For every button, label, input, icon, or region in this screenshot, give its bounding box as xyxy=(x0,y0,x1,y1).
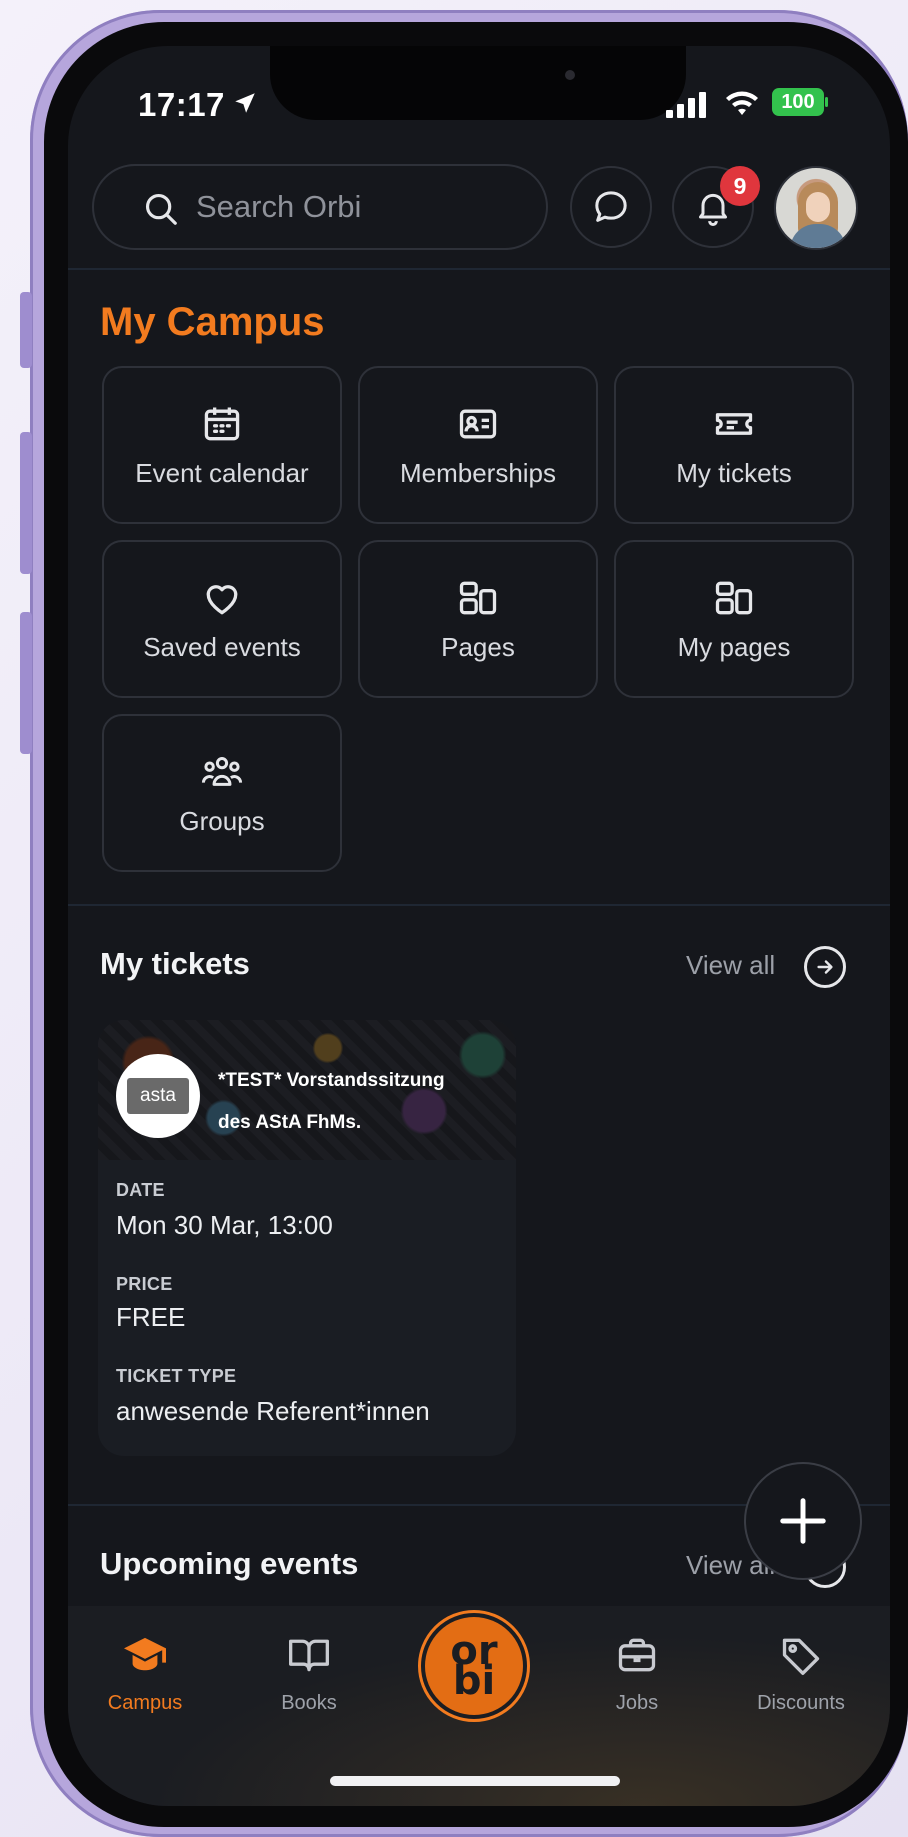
nav-item-books[interactable]: Books xyxy=(244,1634,374,1715)
asta-logo-text: asta xyxy=(127,1078,189,1114)
book-icon xyxy=(289,1639,329,1672)
upcoming-events-title: Upcoming events xyxy=(100,1546,359,1581)
ticket-type-label: TICKET TYPE xyxy=(116,1366,237,1386)
ticket-date-label: DATE xyxy=(116,1180,165,1200)
orbi-logo-icon: or bi xyxy=(425,1617,523,1715)
chat-icon xyxy=(595,191,627,222)
profile-avatar[interactable] xyxy=(774,166,858,250)
tile-memberships[interactable]: Memberships xyxy=(358,366,598,524)
tile-pages[interactable]: Pages xyxy=(358,540,598,698)
view-all-tickets-link[interactable]: View all xyxy=(686,950,775,981)
tile-saved-events[interactable]: Saved events xyxy=(102,540,342,698)
notch xyxy=(270,46,686,120)
asta-logo: asta xyxy=(116,1054,200,1138)
top-divider xyxy=(68,268,890,270)
ticket-event-name: *TEST* Vorstandssitzung des AStA FhMs. xyxy=(218,1060,508,1144)
front-camera xyxy=(565,70,575,80)
graduation-cap-icon xyxy=(124,1637,166,1671)
nav-item-jobs[interactable]: Jobs xyxy=(572,1634,702,1715)
tile-label: My pages xyxy=(677,631,791,662)
ticket-date-value: Mon 30 Mar, 13:00 xyxy=(116,1210,333,1240)
nav-item-discounts[interactable]: Discounts xyxy=(736,1634,866,1715)
status-time: 17:17 xyxy=(138,86,225,123)
create-fab-button[interactable] xyxy=(744,1462,862,1580)
home-indicator[interactable] xyxy=(330,1776,620,1786)
ticket-event-name-line2: des AStA FhMs. xyxy=(218,1112,362,1133)
nav-label-books: Books xyxy=(281,1692,337,1714)
pages-icon xyxy=(715,581,753,614)
search-placeholder: Search Orbi xyxy=(196,189,362,224)
status-bar: 17:17 100 xyxy=(68,46,890,136)
tile-label: Memberships xyxy=(399,457,557,488)
heart-icon xyxy=(206,584,238,614)
briefcase-icon xyxy=(618,1638,656,1672)
wifi-icon xyxy=(726,91,758,115)
tile-my-tickets[interactable]: My tickets xyxy=(614,366,854,524)
chat-button[interactable] xyxy=(570,166,652,248)
tile-label: Event calendar xyxy=(135,457,309,488)
search-icon xyxy=(145,193,177,225)
nav-label-jobs: Jobs xyxy=(615,1692,659,1714)
search-input[interactable]: Search Orbi xyxy=(92,164,548,250)
orbi-home-button[interactable]: or bi xyxy=(418,1610,530,1722)
volume-down-button xyxy=(20,612,32,754)
my-campus-title: My Campus xyxy=(100,300,325,344)
signal-icon xyxy=(666,92,706,118)
tile-groups[interactable]: Groups xyxy=(102,714,342,872)
arrow-right-icon xyxy=(817,960,833,974)
calendar-icon xyxy=(204,407,240,440)
plus-icon xyxy=(780,1498,826,1544)
tile-label: Groups xyxy=(179,805,265,836)
my-tickets-title: My tickets xyxy=(100,946,250,981)
ticket-card[interactable]: asta *TEST* Vorstandssitzung des AStA Fh… xyxy=(98,1020,516,1456)
ticket-event-name-line1: *TEST* Vorstandssitzung xyxy=(218,1070,445,1091)
ticket-type-value: anwesende Referent*innen xyxy=(116,1396,430,1426)
groups-icon xyxy=(201,756,243,786)
ticket-icon xyxy=(715,412,753,435)
ticket-price-label: PRICE xyxy=(116,1274,173,1294)
view-all-tickets-arrow[interactable] xyxy=(804,946,846,988)
ticket-price-value: FREE xyxy=(116,1302,186,1332)
orbi-logo-bottom: bi xyxy=(452,1658,496,1704)
battery-tip xyxy=(825,97,828,107)
location-arrow-icon xyxy=(235,93,255,113)
volume-up-button xyxy=(20,432,32,574)
avatar-face xyxy=(806,192,830,222)
battery-icon: 100 xyxy=(772,88,824,116)
tile-my-pages[interactable]: My pages xyxy=(614,540,854,698)
campus-divider xyxy=(68,904,890,906)
nav-label-campus: Campus xyxy=(107,1692,183,1714)
id-card-icon xyxy=(459,409,497,438)
tile-label: Saved events xyxy=(143,631,301,662)
pages-icon xyxy=(459,581,497,614)
nav-item-campus[interactable]: Campus xyxy=(80,1634,210,1715)
notification-badge: 9 xyxy=(720,166,760,206)
tile-event-calendar[interactable]: Event calendar xyxy=(102,366,342,524)
app-screen: 17:17 100 Search Orbi 9 My Campus Event … xyxy=(68,46,890,1806)
tile-label: Pages xyxy=(441,631,515,662)
tile-label: My tickets xyxy=(676,457,792,488)
nav-label-discounts: Discounts xyxy=(757,1692,845,1714)
mute-switch xyxy=(20,292,32,368)
tag-icon xyxy=(782,1638,820,1675)
